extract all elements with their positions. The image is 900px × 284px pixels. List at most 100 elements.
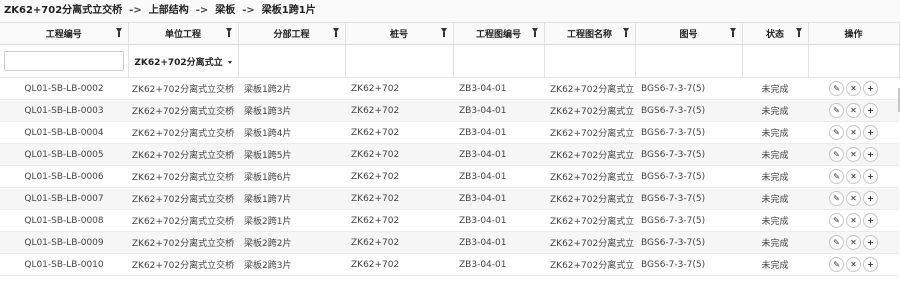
add-button[interactable]: +: [863, 213, 878, 228]
col-header-part-project[interactable]: 分部工程: [238, 23, 346, 45]
delete-button[interactable]: ✕: [846, 147, 861, 162]
close-icon: ✕: [850, 260, 857, 269]
cell-part-project: 梁板1跨2片: [238, 77, 345, 100]
plus-icon: +: [867, 128, 874, 137]
cell-actions: ✎ ✕ +: [808, 165, 899, 188]
cell-unit-project: ZK62+702分离式立交桥: [128, 253, 238, 276]
breadcrumb-item[interactable]: 上部结构: [149, 5, 189, 16]
plus-icon: +: [867, 150, 874, 159]
col-header-project-code[interactable]: 工程编号: [0, 23, 129, 45]
edit-button[interactable]: ✎: [829, 169, 844, 184]
delete-button[interactable]: ✕: [846, 257, 861, 272]
filter-icon[interactable]: [622, 28, 629, 37]
cell-status: 未完成: [742, 165, 808, 188]
cell-figure-no: BGS6-7-3-7(5): [635, 77, 742, 100]
col-header-label: 操作: [844, 30, 863, 40]
pencil-icon: ✎: [833, 194, 840, 203]
col-header-figure-no[interactable]: 图号: [635, 23, 743, 45]
delete-button[interactable]: ✕: [846, 191, 861, 206]
close-icon: ✕: [850, 128, 857, 137]
col-header-unit-project[interactable]: 单位工程: [128, 23, 239, 45]
cell-project-code: QL01-SB-LB-0005: [0, 143, 128, 166]
add-button[interactable]: +: [863, 235, 878, 250]
table-row[interactable]: QL01-SB-LB-0003 ZK62+702分离式立交桥 梁板1跨3片 ZK62+…: [0, 99, 899, 122]
table-row[interactable]: QL01-SB-LB-0008 ZK62+702分离式立交桥 梁板2跨1片 ZK62+…: [0, 209, 899, 232]
header-row: 工程编号 单位工程 分部工程 桩号 工程图编号 工程图名称 图号 状态 操作: [0, 23, 900, 45]
cell-unit-project: ZK62+702分离式立交桥: [128, 165, 238, 188]
filter-cell: [544, 44, 636, 78]
cell-drawing-name: ZK62+702分离式立: [544, 231, 635, 254]
cell-status: 未完成: [742, 121, 808, 144]
filter-select-unit-project[interactable]: ZK62+702分离式立: [129, 55, 238, 68]
col-header-station[interactable]: 桩号: [345, 23, 454, 45]
col-header-status[interactable]: 状态: [742, 23, 809, 45]
edit-button[interactable]: ✎: [829, 81, 844, 96]
cell-project-code: QL01-SB-LB-0007: [0, 187, 128, 210]
cell-actions: ✎ ✕ +: [808, 121, 899, 144]
edit-button[interactable]: ✎: [829, 125, 844, 140]
table-row[interactable]: QL01-SB-LB-0006 ZK62+702分离式立交桥 梁板1跨6片 ZK62+…: [0, 165, 899, 188]
edit-button[interactable]: ✎: [829, 257, 844, 272]
breadcrumb-item[interactable]: 梁板1跨1片: [262, 5, 316, 16]
edit-button[interactable]: ✎: [829, 191, 844, 206]
table-row[interactable]: QL01-SB-LB-0010 ZK62+702分离式立交桥 梁板2跨3片 ZK62+…: [0, 253, 899, 276]
cell-station: ZK62+702: [345, 209, 453, 232]
delete-button[interactable]: ✕: [846, 125, 861, 140]
add-button[interactable]: +: [863, 191, 878, 206]
edit-button[interactable]: ✎: [829, 213, 844, 228]
delete-button[interactable]: ✕: [846, 235, 861, 250]
breadcrumb-item[interactable]: 梁板: [215, 5, 235, 16]
filter-icon[interactable]: [440, 28, 447, 37]
col-header-drawing-name[interactable]: 工程图名称: [544, 23, 636, 45]
filter-icon[interactable]: [225, 28, 232, 37]
cell-project-code: QL01-SB-LB-0002: [0, 77, 128, 100]
close-icon: ✕: [850, 216, 857, 225]
table-row[interactable]: QL01-SB-LB-0007 ZK62+702分离式立交桥 梁板1跨7片 ZK62+…: [0, 187, 899, 210]
add-button[interactable]: +: [863, 257, 878, 272]
col-header-label: 工程图名称: [566, 30, 612, 40]
filter-icon[interactable]: [729, 28, 736, 37]
table-row[interactable]: QL01-SB-LB-0009 ZK62+702分离式立交桥 梁板2跨2片 ZK62+…: [0, 231, 899, 254]
cell-station: ZK62+702: [345, 231, 453, 254]
filter-icon[interactable]: [332, 28, 339, 37]
cell-drawing-name: ZK62+702分离式立: [544, 77, 635, 100]
breadcrumb: ZK62+702分离式立交桥 -> 上部结构 -> 梁板 -> 梁板1跨1片: [0, 0, 900, 23]
add-button[interactable]: +: [863, 169, 878, 184]
cell-figure-no: BGS6-7-3-7(5): [635, 121, 742, 144]
pencil-icon: ✎: [833, 216, 840, 225]
filter-cell: [0, 44, 129, 78]
filter-input-project-code[interactable]: [4, 51, 124, 71]
cell-project-code: QL01-SB-LB-0008: [0, 209, 128, 232]
col-header-drawing-no[interactable]: 工程图编号: [453, 23, 545, 45]
delete-button[interactable]: ✕: [846, 103, 861, 118]
edit-button[interactable]: ✎: [829, 235, 844, 250]
close-icon: ✕: [850, 150, 857, 159]
cell-station: ZK62+702: [345, 165, 453, 188]
add-button[interactable]: +: [863, 103, 878, 118]
filter-icon[interactable]: [531, 28, 538, 37]
cell-figure-no: BGS6-7-3-7(5): [635, 143, 742, 166]
cell-unit-project: ZK62+702分离式立交桥: [128, 143, 238, 166]
filter-icon[interactable]: [115, 28, 122, 37]
edit-button[interactable]: ✎: [829, 103, 844, 118]
table-row[interactable]: QL01-SB-LB-0005 ZK62+702分离式立交桥 梁板1跨5片 ZK62+…: [0, 143, 899, 166]
delete-button[interactable]: ✕: [846, 213, 861, 228]
close-icon: ✕: [850, 106, 857, 115]
cell-part-project: 梁板1跨6片: [238, 165, 345, 188]
table-row[interactable]: QL01-SB-LB-0004 ZK62+702分离式立交桥 梁板1跨4片 ZK62+…: [0, 121, 899, 144]
filter-icon[interactable]: [795, 28, 802, 37]
add-button[interactable]: +: [863, 125, 878, 140]
delete-button[interactable]: ✕: [846, 169, 861, 184]
delete-button[interactable]: ✕: [846, 81, 861, 96]
cell-status: 未完成: [742, 77, 808, 100]
cell-drawing-no: ZB3-04-01: [453, 209, 544, 232]
edit-button[interactable]: ✎: [829, 147, 844, 162]
add-button[interactable]: +: [863, 81, 878, 96]
close-icon: ✕: [850, 84, 857, 93]
add-button[interactable]: +: [863, 147, 878, 162]
breadcrumb-item[interactable]: ZK62+702分离式立交桥: [4, 5, 122, 16]
table-row[interactable]: QL01-SB-LB-0002 ZK62+702分离式立交桥 梁板1跨2片 ZK62+…: [0, 77, 899, 100]
filter-cell: [635, 44, 743, 78]
breadcrumb-separator: ->: [195, 5, 209, 16]
cell-status: 未完成: [742, 187, 808, 210]
